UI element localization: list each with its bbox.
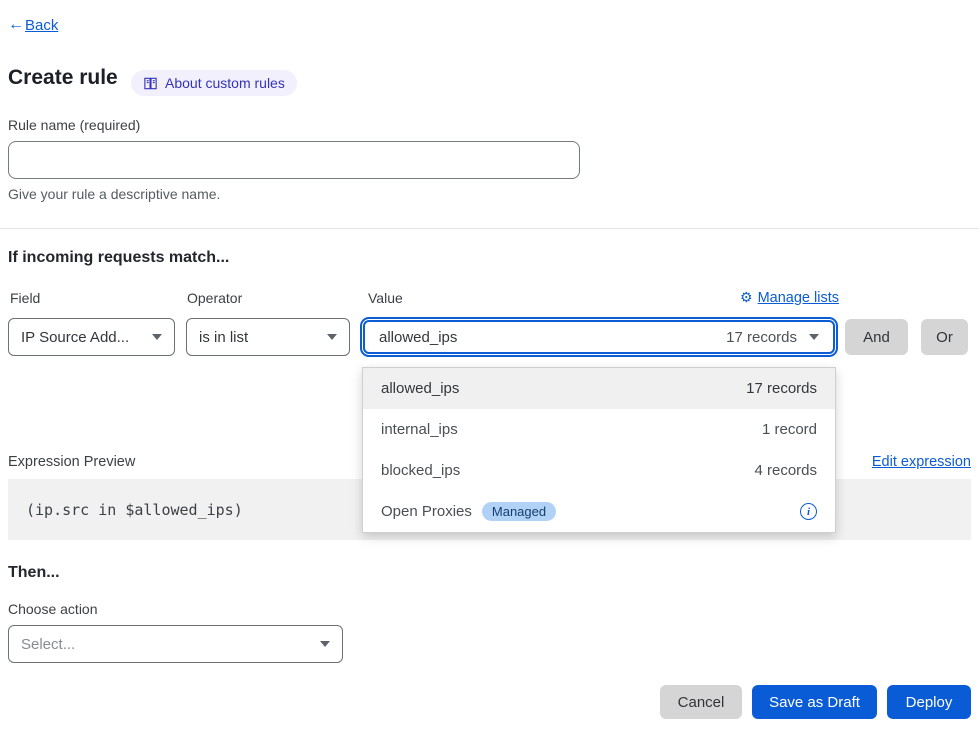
list-option-internal-ips[interactable]: internal_ips 1 record [363, 409, 835, 450]
rule-name-label: Rule name (required) [8, 117, 140, 133]
list-option-meta: 1 record [762, 421, 817, 438]
list-option-blocked-ips[interactable]: blocked_ips 4 records [363, 450, 835, 491]
field-select-value: IP Source Add... [21, 329, 129, 346]
gear-icon: ⚙ [740, 289, 753, 306]
back-label: Back [25, 17, 58, 34]
chevron-down-icon [327, 334, 337, 340]
chevron-down-icon [809, 334, 819, 340]
list-option-allowed-ips[interactable]: allowed_ips 17 records [363, 368, 835, 409]
list-option-meta: 17 records [746, 380, 817, 397]
match-section-heading: If incoming requests match... [8, 249, 229, 267]
operator-select-value: is in list [199, 329, 248, 346]
info-icon[interactable]: i [800, 503, 817, 520]
managed-badge: Managed [482, 502, 556, 521]
cancel-button[interactable]: Cancel [660, 685, 742, 719]
list-dropdown: allowed_ips 17 records internal_ips 1 re… [362, 367, 836, 533]
action-select-placeholder: Select... [21, 636, 75, 653]
list-option-name: blocked_ips [381, 462, 460, 479]
deploy-button[interactable]: Deploy [887, 685, 971, 719]
rule-name-helper: Give your rule a descriptive name. [8, 186, 220, 202]
action-select[interactable]: Select... [8, 625, 343, 663]
expression-preview-label: Expression Preview [8, 454, 135, 470]
page-title: Create rule [8, 66, 118, 90]
manage-lists-label: Manage lists [758, 290, 839, 306]
edit-expression-link[interactable]: Edit expression [872, 454, 971, 470]
or-button[interactable]: Or [921, 319, 968, 355]
operator-label: Operator [187, 290, 242, 306]
about-custom-rules-label: About custom rules [165, 75, 285, 91]
list-option-name: Open Proxies [381, 503, 472, 520]
manage-lists-link[interactable]: ⚙ Manage lists [729, 289, 839, 306]
book-icon [143, 76, 158, 91]
and-button[interactable]: And [845, 319, 908, 355]
save-as-draft-button[interactable]: Save as Draft [752, 685, 877, 719]
value-label: Value [368, 290, 403, 306]
about-custom-rules-badge[interactable]: About custom rules [131, 70, 297, 96]
chevron-down-icon [152, 334, 162, 340]
list-option-name: internal_ips [381, 421, 458, 438]
value-select-value: allowed_ips [379, 329, 457, 346]
list-option-open-proxies[interactable]: Open Proxies Managed i [363, 491, 835, 532]
value-select[interactable]: allowed_ips 17 records [363, 320, 835, 354]
then-section-heading: Then... [8, 564, 60, 582]
field-label: Field [10, 290, 40, 306]
expression-code: (ip.src in $allowed_ips) [26, 501, 243, 519]
operator-select[interactable]: is in list [186, 318, 350, 356]
field-select[interactable]: IP Source Add... [8, 318, 175, 356]
back-arrow-icon: ← [8, 16, 24, 34]
back-link[interactable]: ←Back [8, 16, 58, 34]
choose-action-label: Choose action [8, 601, 98, 617]
value-select-meta: 17 records [726, 329, 797, 346]
list-option-name: allowed_ips [381, 380, 459, 397]
rule-name-input[interactable] [8, 141, 580, 179]
chevron-down-icon [320, 641, 330, 647]
section-divider [0, 228, 979, 229]
list-option-meta: 4 records [754, 462, 817, 479]
